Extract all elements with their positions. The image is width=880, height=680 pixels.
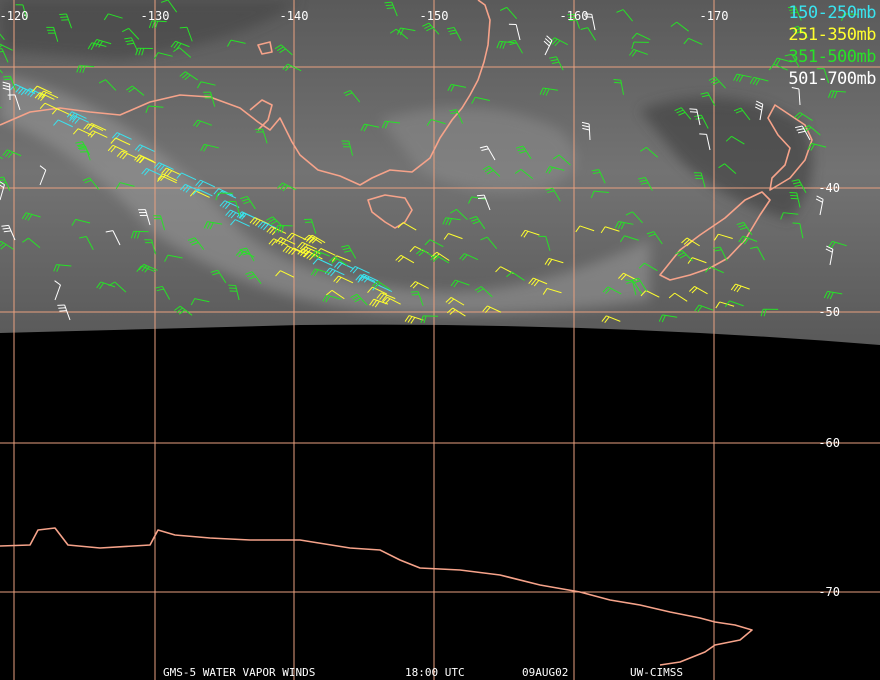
footer-product: GMS-5 WATER VAPOR WINDS <box>163 666 316 679</box>
satellite-imagery <box>0 0 880 345</box>
legend-item-501-700: 501-700mb <box>788 69 876 89</box>
lon-label-130: -130 <box>140 9 170 23</box>
lon-label-140: -140 <box>279 9 309 23</box>
lon-label-120: -120 <box>0 9 29 23</box>
footer-time: 18:00 UTC <box>405 666 465 679</box>
lon-label-160: -160 <box>559 9 589 23</box>
water-vapor-map <box>0 0 880 680</box>
pressure-legend: 150-250mb 251-350mb 351-500mb 501-700mb <box>788 2 876 90</box>
coastline <box>0 527 753 666</box>
lon-label-170: -170 <box>699 9 729 23</box>
footer-source: UW-CIMSS <box>630 666 683 679</box>
lat-label-60: -60 <box>818 436 840 450</box>
lon-label-150: -150 <box>419 9 449 23</box>
lat-label-50: -50 <box>818 305 840 319</box>
legend-item-351-500: 351-500mb <box>788 47 876 67</box>
legend-item-251-350: 251-350mb <box>788 25 876 45</box>
legend-item-150-250: 150-250mb <box>788 3 876 23</box>
lat-label-70: -70 <box>818 585 840 599</box>
lat-label-40: -40 <box>818 181 840 195</box>
footer-date: 09AUG02 <box>522 666 569 679</box>
